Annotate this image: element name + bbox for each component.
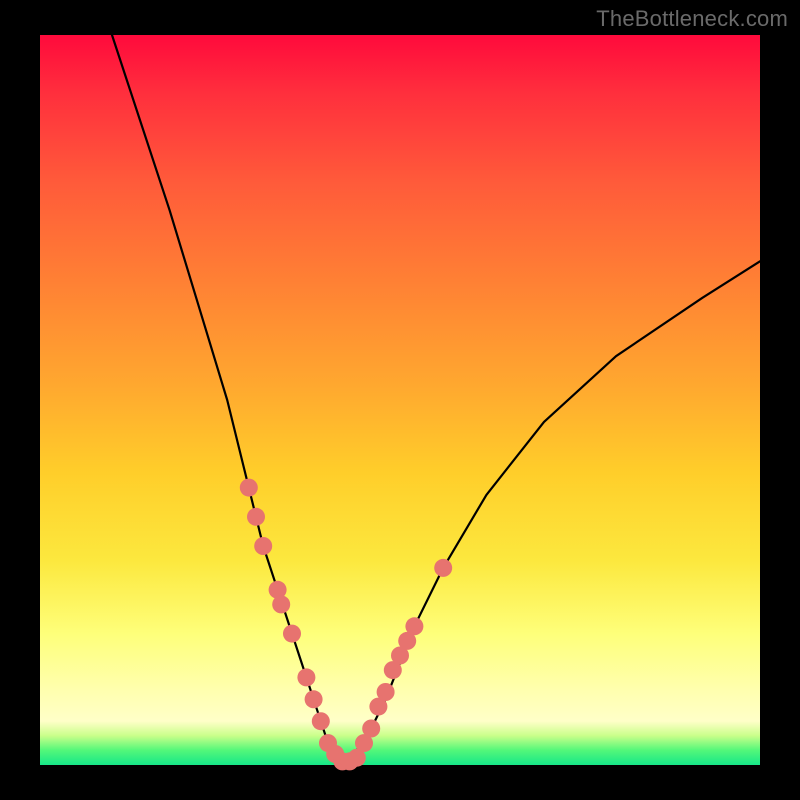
data-marker (272, 595, 290, 613)
curve-right-branch (342, 261, 760, 765)
data-marker (254, 537, 272, 555)
data-marker (377, 683, 395, 701)
data-marker (312, 712, 330, 730)
marker-group (240, 479, 452, 771)
watermark-text: TheBottleneck.com (596, 6, 788, 32)
data-marker (434, 559, 452, 577)
data-marker (362, 720, 380, 738)
curve-left-branch (112, 35, 342, 765)
data-marker (283, 625, 301, 643)
curve-svg (40, 35, 760, 765)
data-marker (305, 690, 323, 708)
data-marker (240, 479, 258, 497)
data-marker (297, 668, 315, 686)
chart-frame: TheBottleneck.com (0, 0, 800, 800)
data-marker (247, 508, 265, 526)
plot-area (40, 35, 760, 765)
data-marker (405, 617, 423, 635)
